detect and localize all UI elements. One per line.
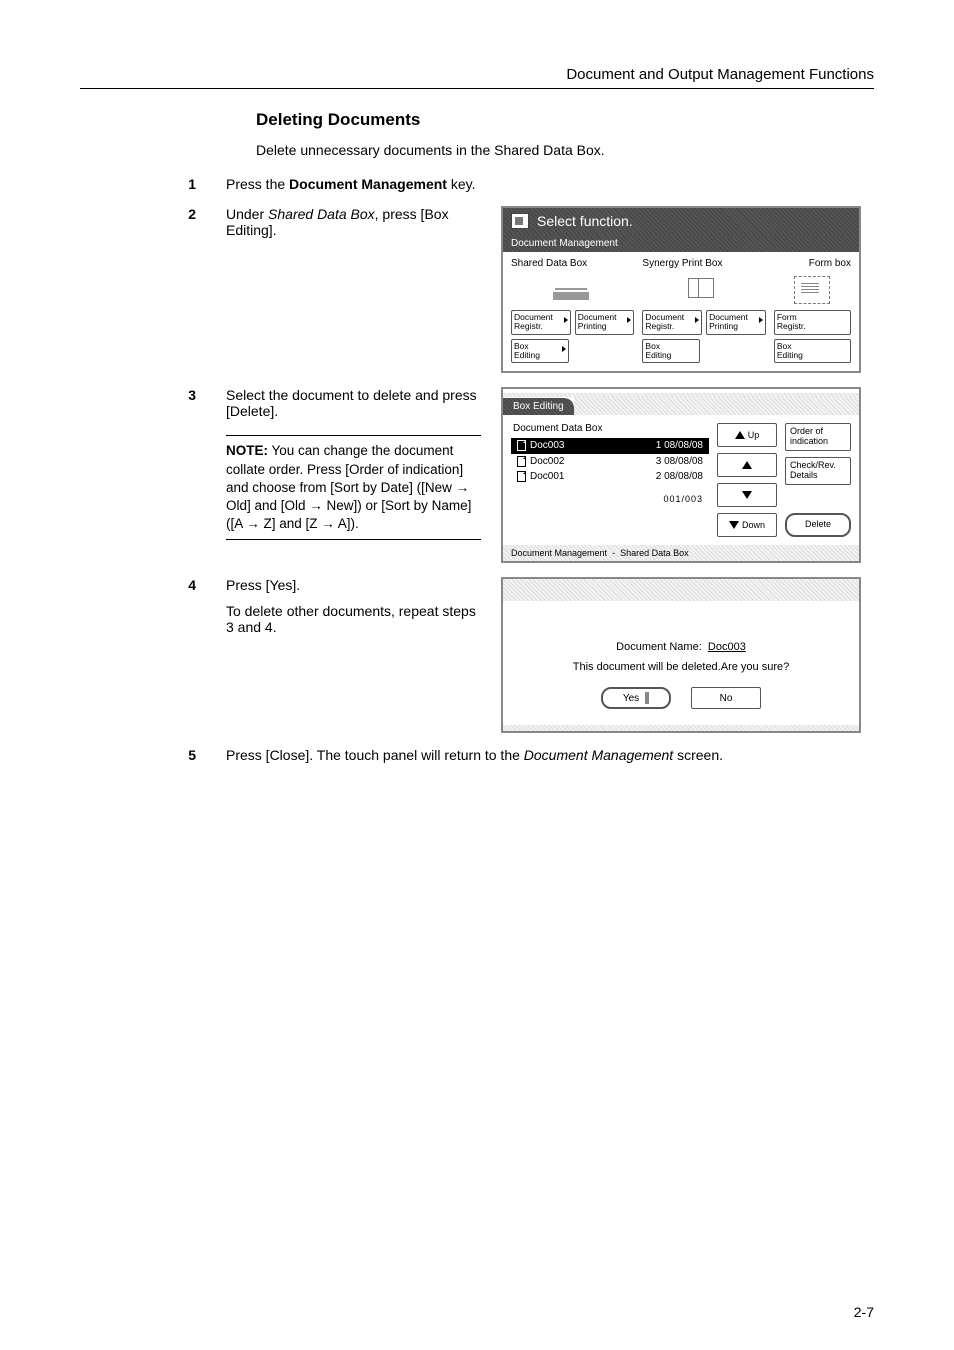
step-number: 1 (186, 176, 226, 192)
text: Press the (226, 176, 289, 192)
list-item[interactable]: Doc003 1 08/08/08 (511, 438, 709, 453)
select-function-panel: Select function. Document Management Sha… (501, 206, 861, 373)
label: Document Name: (616, 641, 702, 653)
document-registr-button[interactable]: Document Registr. (511, 310, 571, 335)
text: key. (447, 176, 476, 192)
no-button[interactable]: No (691, 687, 761, 709)
form-registr-button[interactable]: Form Registr. (774, 310, 851, 335)
running-header: Document and Output Management Functions (566, 66, 874, 83)
value: Doc003 (708, 641, 746, 653)
up-button[interactable]: Up (717, 423, 777, 447)
col-header: Shared Data Box (511, 258, 634, 272)
step-5-text: Press [Close]. The touch panel will retu… (226, 747, 874, 763)
text: screen. (673, 747, 723, 763)
step-number: 2 (186, 206, 226, 222)
step-4-text: Press [Yes]. (226, 577, 481, 593)
note-box: NOTE: You can change the document collat… (226, 435, 481, 540)
doc-name: Doc002 (530, 456, 564, 467)
label: Yes (623, 693, 639, 704)
document-printing-button[interactable]: Document Printing (706, 310, 766, 335)
breadcrumb-item: Document Management (511, 548, 607, 558)
page-number: 2-7 (854, 1304, 874, 1320)
step-1-text: Press the Document Management key. (226, 176, 874, 192)
doc-date: 08/08/08 (664, 456, 703, 467)
delete-button[interactable]: Delete (785, 513, 851, 537)
doc-num: 1 (656, 440, 662, 451)
label: Up (748, 430, 760, 440)
triangle-up-icon (742, 461, 752, 469)
panel-tab: Box Editing (503, 398, 574, 415)
text-bold: Document Management (289, 176, 447, 192)
doc-date: 08/08/08 (664, 471, 703, 482)
copier-icon (553, 278, 593, 302)
step-3-text: Select the document to delete and press … (226, 387, 481, 419)
step-4-text-2: To delete other documents, repeat steps … (226, 603, 481, 635)
document-printing-button[interactable]: Document Printing (575, 310, 635, 335)
down-button[interactable]: Down (717, 513, 777, 537)
header-rule (80, 88, 874, 89)
doc-num: 2 (656, 471, 662, 482)
indicator-icon (645, 692, 649, 704)
document-icon (517, 456, 526, 467)
breadcrumb: Document Management - Shared Data Box (503, 545, 859, 561)
stack-icon (686, 276, 722, 304)
yes-button[interactable]: Yes (601, 687, 671, 709)
breadcrumb-item: Shared Data Box (620, 548, 689, 558)
col-header: Form box (774, 258, 851, 272)
confirm-doc-name: Document Name: Doc003 (523, 641, 839, 653)
step-number: 3 (186, 387, 226, 403)
window-icon (511, 213, 529, 229)
panel-title: Select function. (537, 213, 633, 229)
list-counter: 001/003 (511, 494, 709, 504)
confirm-delete-panel: Document Name: Doc003 This document will… (501, 577, 861, 733)
note-label: NOTE: (226, 443, 268, 458)
step-number: 4 (186, 577, 226, 593)
triangle-up-icon (735, 431, 745, 439)
doc-name: Doc003 (530, 441, 564, 452)
doc-date: 08/08/08 (664, 440, 703, 451)
document-icon (517, 440, 526, 451)
doc-num: 3 (656, 456, 662, 467)
step-2-text: Under Shared Data Box, press [Box Editin… (226, 206, 481, 238)
list-item[interactable]: Doc002 3 08/08/08 (511, 454, 709, 469)
text-italic: Document Management (524, 747, 673, 763)
box-editing-button[interactable]: Box Editing (774, 339, 851, 364)
box-editing-button[interactable]: Box Editing (511, 339, 569, 364)
text: Under (226, 206, 268, 222)
box-editing-button[interactable]: Box Editing (642, 339, 700, 364)
text: Press [Close]. The touch panel will retu… (226, 747, 524, 763)
form-icon (794, 276, 830, 304)
list-header: Document Data Box (511, 423, 709, 434)
triangle-down-icon (742, 491, 752, 499)
section-title: Deleting Documents (256, 110, 874, 130)
scroll-down-button[interactable] (717, 483, 777, 507)
step-number: 5 (186, 747, 226, 763)
scroll-up-button[interactable] (717, 453, 777, 477)
doc-name: Doc001 (530, 471, 564, 482)
check-details-button[interactable]: Check/Rev. Details (785, 457, 851, 485)
document-registr-button[interactable]: Document Registr. (642, 310, 702, 335)
document-icon (517, 471, 526, 482)
text-italic: Shared Data Box (268, 206, 375, 222)
triangle-down-icon (729, 521, 739, 529)
list-item[interactable]: Doc001 2 08/08/08 (511, 469, 709, 484)
label: Down (742, 520, 765, 530)
order-indication-button[interactable]: Order of indication (785, 423, 851, 451)
box-editing-panel: Box Editing Document Data Box Doc003 1 0… (501, 387, 861, 563)
panel-subtitle: Document Management (503, 234, 859, 252)
col-header: Synergy Print Box (642, 258, 765, 272)
intro-text: Delete unnecessary documents in the Shar… (256, 142, 874, 158)
confirm-message: This document will be deleted.Are you su… (523, 661, 839, 673)
